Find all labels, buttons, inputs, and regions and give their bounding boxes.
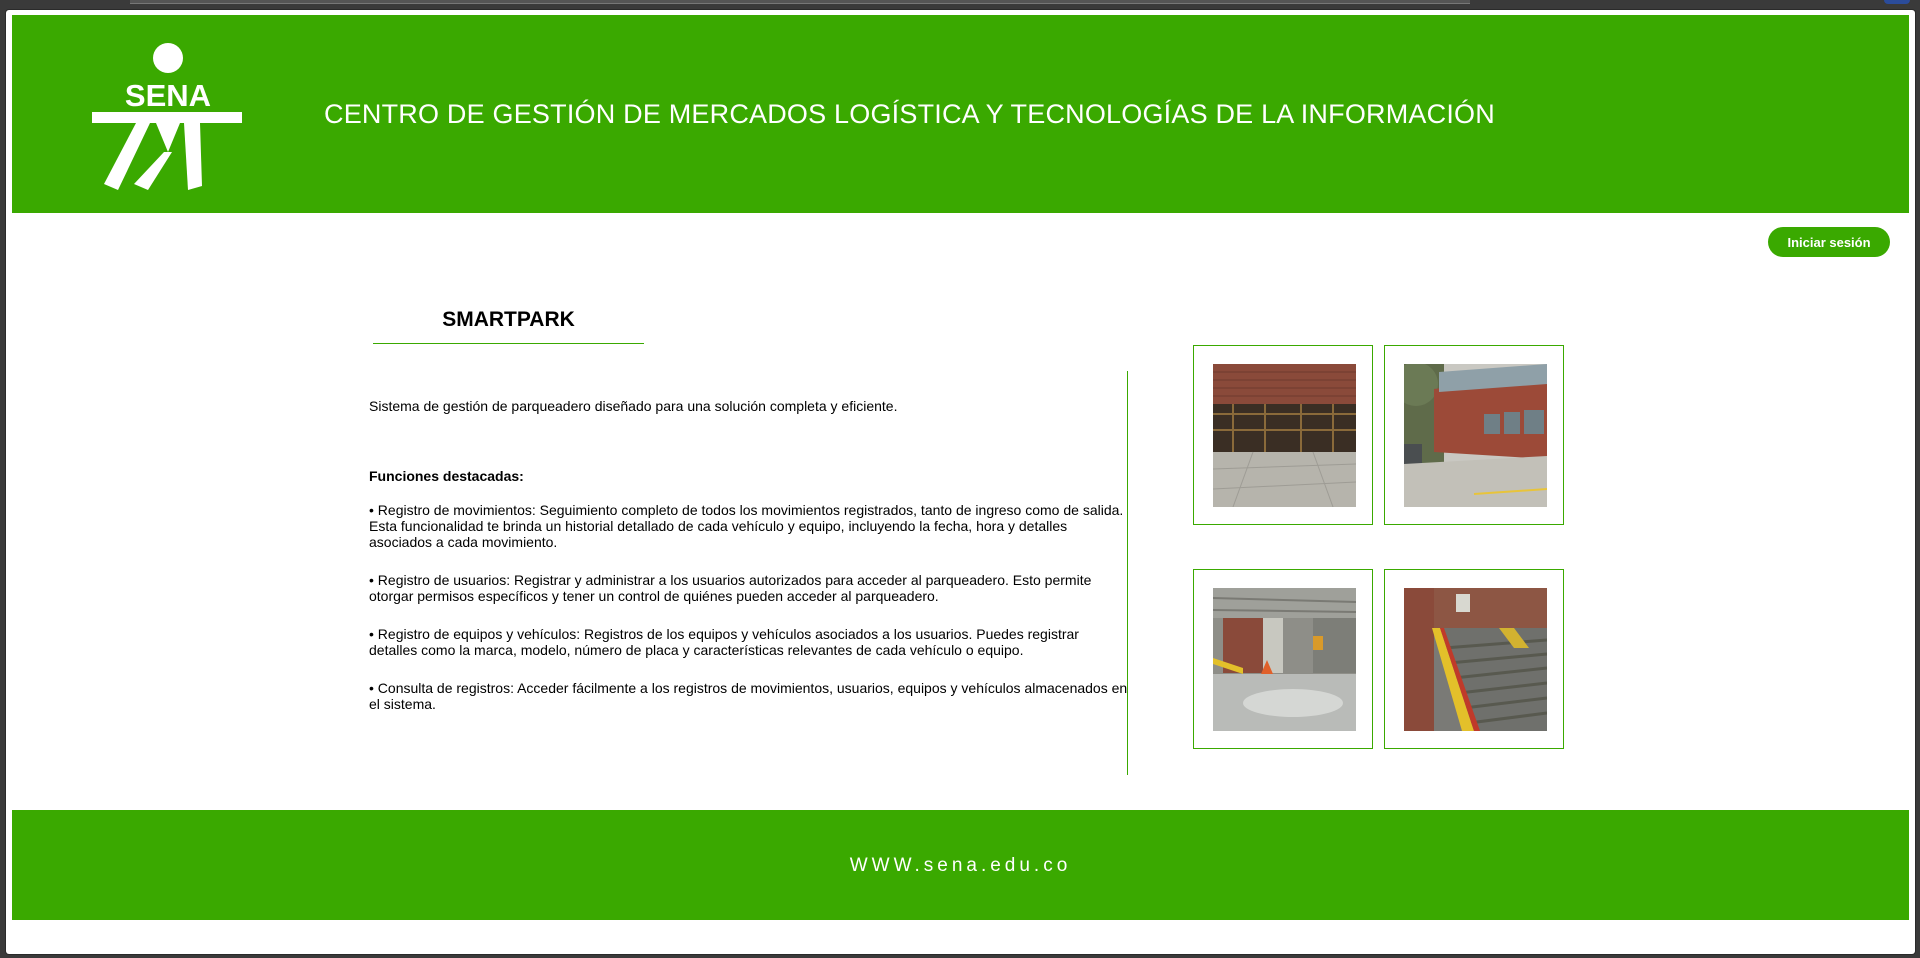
features-heading: Funciones destacadas:: [369, 468, 524, 484]
feature-item-movimientos: • Registro de movimientos: Seguimiento c…: [369, 502, 1124, 550]
title-underline: [373, 343, 644, 344]
feature-item-usuarios: • Registro de usuarios: Registrar y admi…: [369, 572, 1092, 604]
browser-top-strip: [130, 0, 1470, 4]
header-title: CENTRO DE GESTIÓN DE MERCADOS LOGÍSTICA …: [324, 99, 1495, 129]
sena-logo: SENA: [88, 40, 248, 200]
browser-corner-tab: [1884, 0, 1910, 4]
parking-interior-photo: [1213, 588, 1356, 731]
main-title-block: SMARTPARK: [373, 308, 644, 344]
description-content: Sistema de gestión de parqueadero diseña…: [369, 398, 1129, 734]
photo-frame-3: [1193, 569, 1373, 749]
footer-url[interactable]: WWW.sena.edu.co: [12, 855, 1909, 877]
photo-frame-1: [1193, 345, 1373, 525]
feature-item-consulta: • Consulta de registros: Acceder fácilme…: [369, 680, 1128, 712]
header-banner: SENA CENTRO DE GESTIÓN DE MERCADOS LOGÍS…: [12, 15, 1909, 213]
photo-frame-2: [1384, 345, 1564, 525]
login-button[interactable]: Iniciar sesión: [1768, 227, 1890, 257]
building-exterior-photo: [1404, 364, 1547, 507]
footer-banner: WWW.sena.edu.co: [12, 810, 1909, 920]
parking-ramp-photo: [1404, 588, 1547, 731]
intro-text: Sistema de gestión de parqueadero diseña…: [369, 398, 898, 414]
page-title: SMARTPARK: [442, 308, 575, 331]
parking-entrance-photo: [1213, 364, 1356, 507]
page-window: SENA CENTRO DE GESTIÓN DE MERCADOS LOGÍS…: [6, 10, 1915, 954]
content-divider: [1127, 371, 1128, 775]
feature-item-equipos: • Registro de equipos y vehículos: Regis…: [369, 626, 1079, 658]
sena-logo-icon: SENA: [92, 43, 242, 190]
photo-frame-4: [1384, 569, 1564, 749]
svg-text:SENA: SENA: [125, 78, 211, 113]
